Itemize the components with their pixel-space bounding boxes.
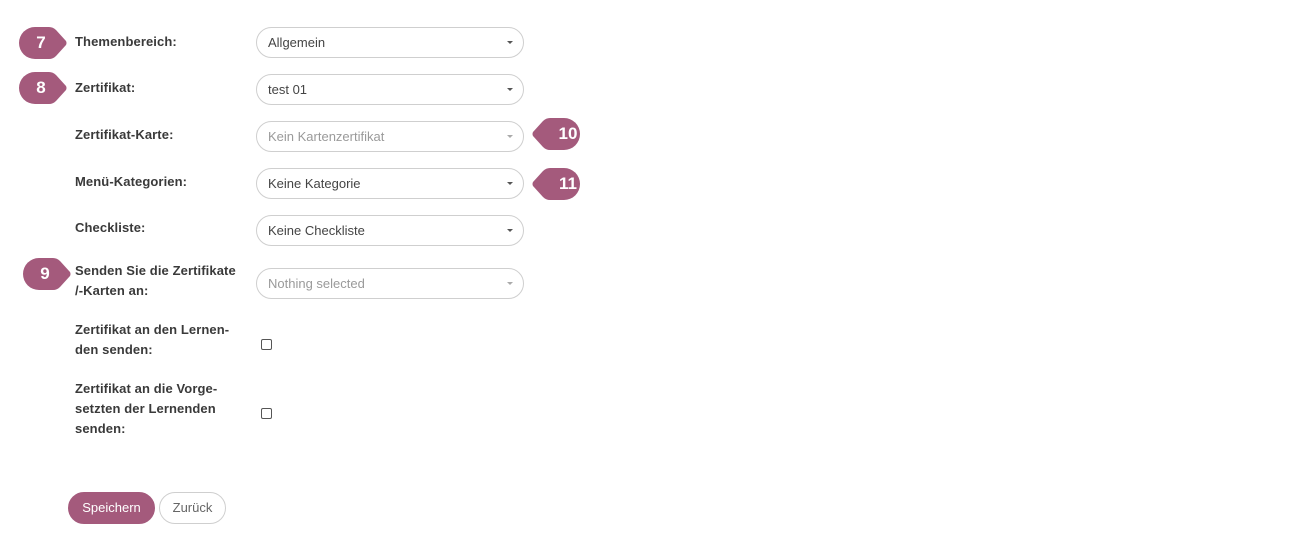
chevron-down-icon xyxy=(507,41,513,44)
chevron-down-icon xyxy=(507,135,513,138)
zertifikat-label: Zertifikat: xyxy=(75,80,136,95)
chevron-down-icon xyxy=(507,282,513,285)
zertifikat-karte-select[interactable]: Kein Kartenzertifikat xyxy=(256,121,524,152)
zertifikat-karte-value: Kein Kartenzertifikat xyxy=(268,129,385,144)
checkliste-label: Checkliste: xyxy=(75,220,146,235)
menu-kategorien-label: Menü-Kategorien: xyxy=(75,174,188,189)
marker-7-number: 7 xyxy=(36,33,46,52)
zertifikat-karte-label: Zertifikat-Karte: xyxy=(75,127,174,142)
step-marker-8: 8 xyxy=(19,72,81,104)
senden-an-label-line1: Senden Sie die Zertifikate xyxy=(75,263,236,278)
an-lernende-label-line1: Zertifikat an den Lernen- xyxy=(75,322,230,337)
an-vorgesetzte-checkbox[interactable] xyxy=(261,408,272,419)
chevron-down-icon xyxy=(507,88,513,91)
menu-kategorien-select[interactable]: Keine Kategorie xyxy=(256,168,524,199)
senden-an-select[interactable]: Nothing selected xyxy=(256,268,524,299)
back-button[interactable]: Zurück xyxy=(159,492,226,524)
themenbereich-value: Allgemein xyxy=(268,35,326,50)
marker-11-number: 11 xyxy=(559,174,577,193)
chevron-down-icon xyxy=(507,229,513,232)
an-vorgesetzte-label-line1: Zertifikat an die Vorge- xyxy=(75,381,218,396)
an-vorgesetzte-label: Zertifikat an die Vorge- setzten der Ler… xyxy=(75,379,245,439)
an-lernende-label: Zertifikat an den Lernen- den senden: xyxy=(75,320,245,360)
step-marker-11: 11 xyxy=(532,168,594,200)
zertifikat-select[interactable]: test 01 xyxy=(256,74,524,105)
marker-9-number: 9 xyxy=(40,264,50,283)
marker-10-number: 10 xyxy=(558,124,578,143)
senden-an-value: Nothing selected xyxy=(268,276,365,291)
zertifikat-value: test 01 xyxy=(268,82,308,97)
themenbereich-select[interactable]: Allgemein xyxy=(256,27,524,58)
themenbereich-label: Themenbereich: xyxy=(75,34,177,49)
save-button[interactable]: Speichern xyxy=(68,492,155,524)
senden-an-label-line2: /-Karten an: xyxy=(75,283,149,298)
step-marker-7: 7 xyxy=(19,27,81,59)
chevron-down-icon xyxy=(507,182,513,185)
an-vorgesetzte-label-line3: senden: xyxy=(75,421,126,436)
marker-8-number: 8 xyxy=(36,78,46,97)
checkliste-value: Keine Checkliste xyxy=(268,223,365,238)
an-vorgesetzte-label-line2: setzten der Lernenden xyxy=(75,401,216,416)
an-lernende-checkbox[interactable] xyxy=(261,339,272,350)
an-lernende-label-line2: den senden: xyxy=(75,342,153,357)
menu-kategorien-value: Keine Kategorie xyxy=(268,176,361,191)
checkliste-select[interactable]: Keine Checkliste xyxy=(256,215,524,246)
senden-an-label: Senden Sie die Zertifikate /-Karten an: xyxy=(75,261,245,301)
step-marker-10: 10 xyxy=(532,118,594,150)
